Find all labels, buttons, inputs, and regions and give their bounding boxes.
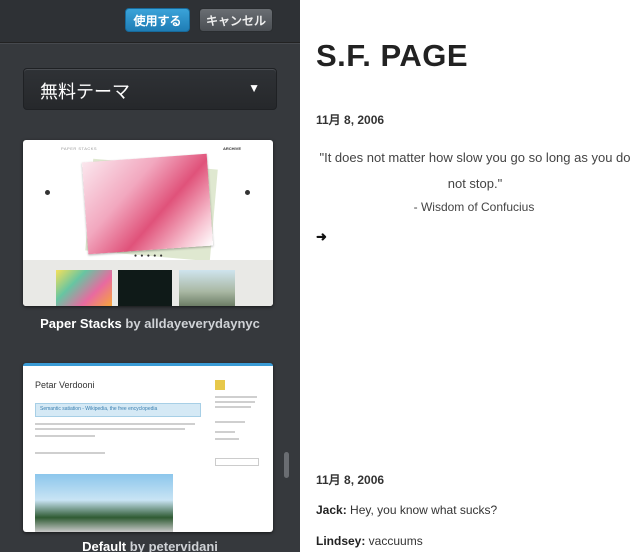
next-arrow-icon — [245, 190, 250, 195]
theme-caption: Default by petervidani — [0, 539, 300, 552]
chat-speaker: Jack: — [316, 503, 347, 517]
post-quote: "It does not matter how slow you go so l… — [319, 150, 631, 191]
theme-caption: Paper Stacks by alldayeverydaynyc — [0, 316, 300, 331]
theme-card-default[interactable]: Petar Verdooni Semantic satiation - Wiki… — [23, 363, 273, 532]
thumbnail-text-line — [35, 428, 185, 430]
arrow-right-icon[interactable]: ➜ — [316, 229, 327, 245]
page-title[interactable]: S.F. PAGE — [316, 38, 468, 74]
chevron-down-icon: ▼ — [248, 81, 260, 95]
theme-card-paper-stacks[interactable]: PAPER STACKS ARCHIVE ● ● ● ● ● — [23, 140, 273, 306]
thumbnail-side-line — [215, 421, 245, 423]
theme-filter-label: 無料テーマ — [40, 82, 130, 103]
thumbnail-tile — [56, 270, 112, 306]
thumbnail-search-input — [215, 458, 259, 466]
thumbnail-tile — [118, 270, 172, 306]
theme-filter-dropdown[interactable]: 無料テーマ ▼ — [23, 68, 277, 110]
post-date[interactable]: 11月 8, 2006 — [316, 111, 384, 128]
theme-panel: 使用する キャンセル 無料テーマ ▼ PAPER STACKS ARCHIVE … — [0, 0, 300, 552]
use-theme-button[interactable]: 使用する — [125, 8, 190, 32]
theme-name: Default — [82, 539, 127, 552]
theme-author[interactable]: alldayeverydaynyc — [144, 316, 260, 331]
quote-attribution: - Wisdom of Confucius — [413, 200, 535, 214]
chat-speaker: Lindsey: — [316, 534, 366, 548]
thumbnail-text-line — [35, 452, 105, 454]
thumbnail-tile — [179, 270, 235, 306]
avatar — [215, 380, 225, 390]
chat-line: Jack: Hey, you know what sucks? — [316, 503, 497, 517]
chat-line: Lindsey: vaccuums — [316, 534, 423, 548]
thumbnail-side-line — [215, 396, 257, 398]
panel-scrollbar-thumb[interactable] — [284, 452, 289, 478]
thumbnail-photo — [35, 474, 173, 532]
thumbnail-text-line — [35, 435, 95, 437]
thumbnail-side-line — [215, 401, 255, 403]
thumbnail-site-title: Petar Verdooni — [35, 380, 95, 390]
thumbnail-link-text: Semantic satiation - Wikipedia, the free… — [40, 406, 158, 412]
thumbnail-hero-image — [81, 153, 214, 255]
theme-author[interactable]: petervidani — [149, 539, 218, 552]
theme-toolbar: 使用する キャンセル — [0, 0, 300, 43]
cancel-button[interactable]: キャンセル — [199, 8, 273, 32]
thumbnail-side-line — [215, 438, 239, 440]
thumbnail-pager-dots: ● ● ● ● ● — [134, 253, 164, 259]
thumbnail-side-line — [215, 406, 251, 408]
theme-author-prefix: by — [129, 539, 145, 552]
thumbnail-side-line — [215, 431, 235, 433]
chat-text: vaccuums — [365, 534, 423, 548]
theme-preview: S.F. PAGE 11月 8, 2006 "It does not matte… — [300, 0, 632, 552]
prev-arrow-icon — [45, 190, 50, 195]
thumbnail-nav-text: ARCHIVE — [223, 146, 242, 151]
post-date[interactable]: 11月 8, 2006 — [316, 471, 384, 488]
thumbnail-site-title: PAPER STACKS — [61, 146, 98, 151]
chat-text: Hey, you know what sucks? — [346, 503, 498, 517]
thumbnail-link-box: Semantic satiation - Wikipedia, the free… — [35, 403, 201, 417]
thumbnail-text-line — [35, 423, 195, 425]
theme-author-prefix: by — [125, 316, 141, 331]
theme-name: Paper Stacks — [40, 316, 122, 331]
